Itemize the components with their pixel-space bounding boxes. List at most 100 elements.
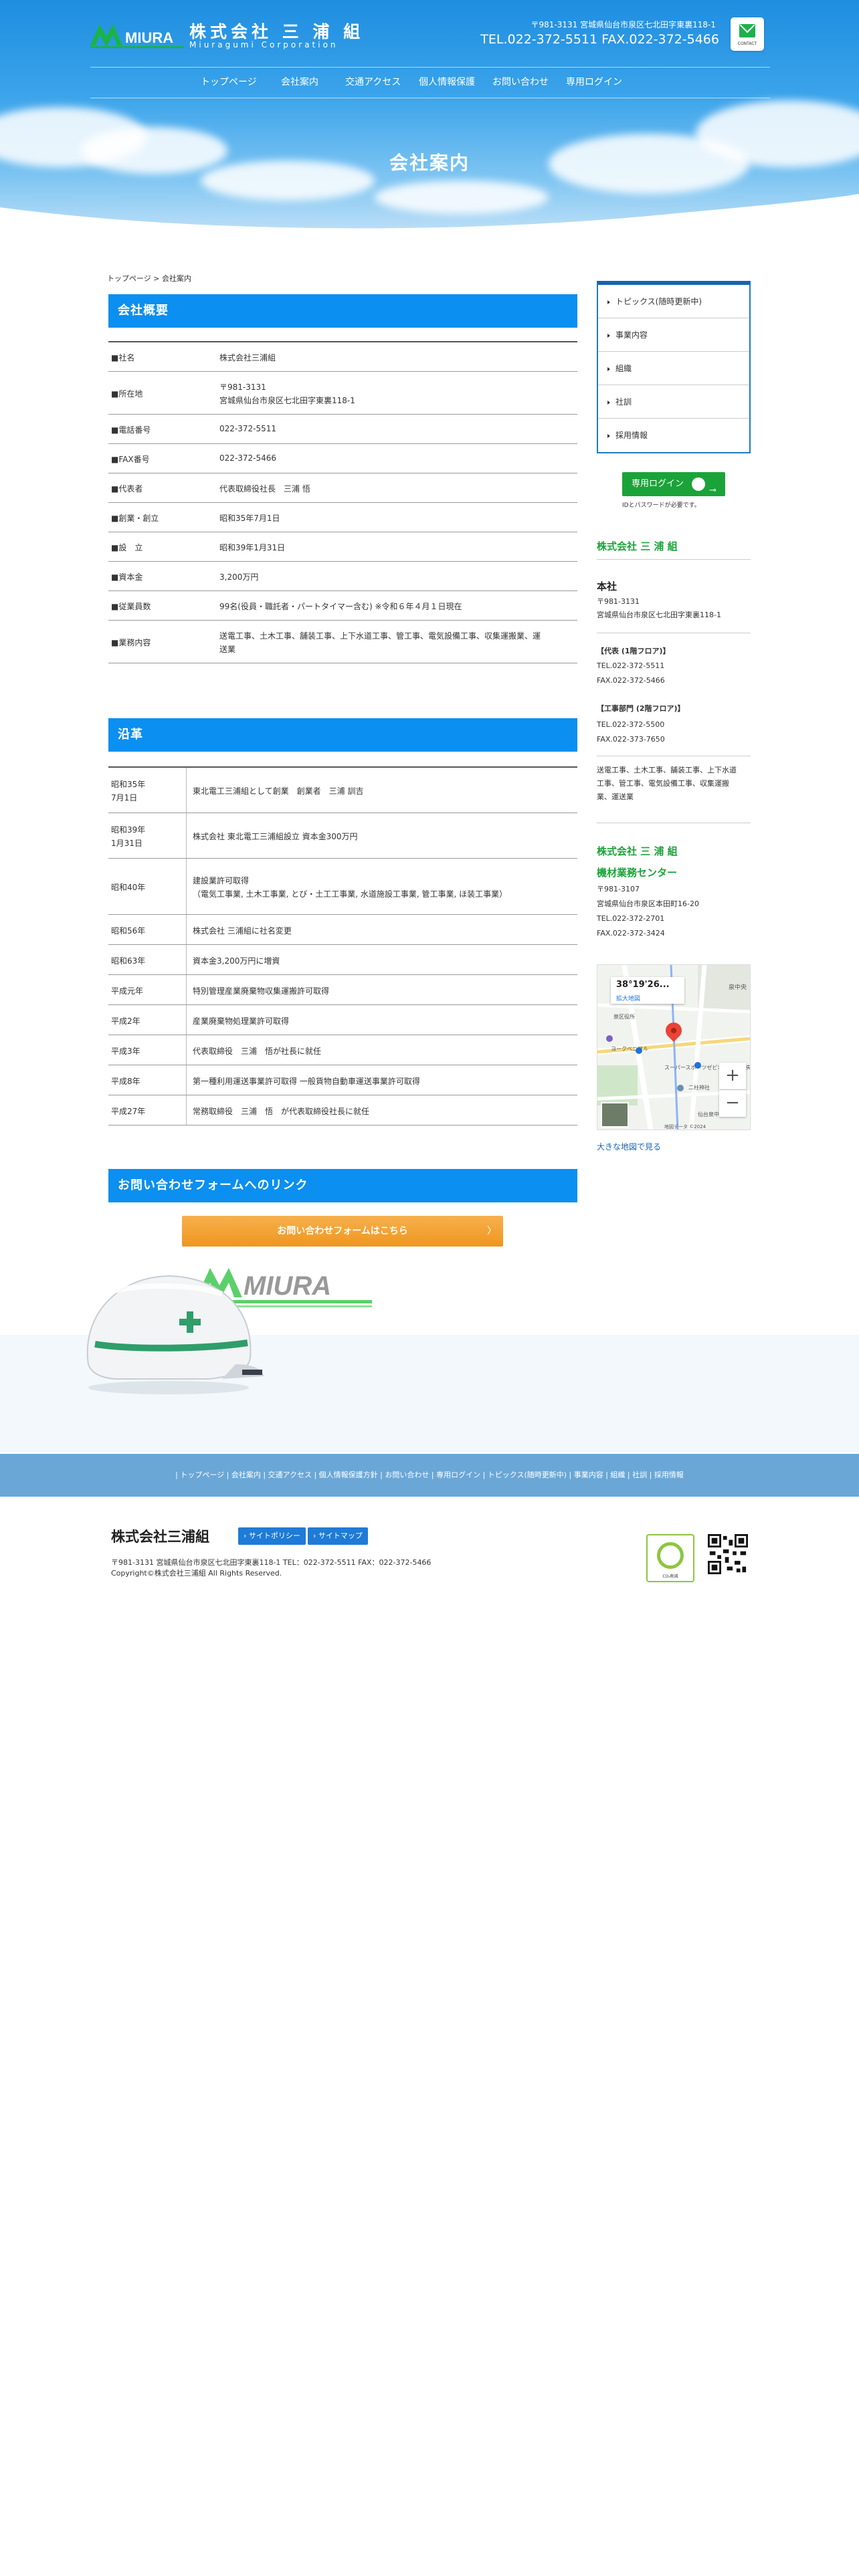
map-label: 泉区役所: [613, 1013, 635, 1020]
sidebar-rep-fax: FAX.022-372-5466: [597, 676, 665, 685]
table-row: 平成2年 産業廃棄物処理業許可取得: [108, 1005, 577, 1035]
hero-banner: MIURA 株式会社 三 浦 組 Miuragumi Corporation 〒…: [0, 0, 859, 234]
large-map-link[interactable]: 大きな地図で見る: [597, 1141, 661, 1152]
table-row: ■従業員数 99名(役員・職託者・パートタイマー含む) ※令和６年４月１日現在: [108, 591, 577, 621]
sidebar-rep-label: 【代表 (1階フロア)】: [597, 647, 670, 655]
sidebar-company: 株式会社 三 浦 組: [597, 540, 678, 552]
row-event: 代表取締役 三浦 悟が社長に就任: [193, 1047, 322, 1056]
footer-address: 〒981-3131 宮城県仙台市泉区七北田字東裏118-1 TEL：022-37…: [111, 1558, 432, 1567]
sidebar-services: 工事、管工事、電気設備工事、収集運搬: [597, 779, 729, 788]
row-label: ■代表者: [111, 484, 143, 494]
logo-text: MIURA: [125, 29, 173, 46]
contact-heading: お問い合わせフォームへのリンク: [108, 1169, 577, 1202]
row-label: ■FAX番号: [111, 455, 150, 464]
row-value: 昭和35年7月1日: [219, 514, 280, 523]
divider: [597, 559, 751, 560]
mail-label: CONTACT: [737, 41, 757, 46]
row-year: 平成8年: [111, 1077, 140, 1086]
row-year: 昭和39年: [111, 825, 146, 835]
history-heading: 沿革: [108, 718, 577, 752]
table-row: 昭和56年 株式会社 三浦組に社名変更: [108, 915, 577, 945]
side-menu-business[interactable]: 事業内容: [598, 318, 749, 352]
row-event: 資本金3,200万円に増資: [193, 956, 280, 966]
map-zoom-in-button[interactable]: +: [719, 1063, 746, 1089]
row-value: 昭和39年1月31日: [219, 543, 286, 552]
row-date: 1月31日: [111, 839, 142, 848]
page-title: 会社案内: [389, 152, 470, 174]
qr-code: [708, 1534, 748, 1574]
row-value: 〒981-3131: [219, 383, 266, 392]
footer-nav[interactable]: | トップページ | 会社案内 | 交通アクセス | 個人情報保護方針 | お問…: [0, 1454, 859, 1497]
map-enlarge-link[interactable]: 拡大地図: [616, 994, 679, 1002]
row-label: ■業務内容: [111, 638, 151, 647]
row-value: 022-372-5511: [219, 424, 277, 433]
co2-badge-label: CO₂削減: [662, 1574, 678, 1579]
header-address: 〒981-3131 宮城県仙台市泉区七北田字東裏118-1: [531, 20, 716, 29]
sidebar-work-tel: TEL.022-372-5500: [597, 720, 665, 729]
login-label: 専用ログイン: [632, 479, 684, 489]
history-table: 昭和35年 7月1日 東北電工三浦組として創業 創業者 三浦 訓吉 昭和39年 1月3…: [108, 766, 577, 1125]
row-value: 宮城県仙台市泉区七北田字東裏118-1: [219, 396, 355, 405]
hero-wave: [0, 194, 859, 234]
sidebar-center-zip: 〒981-3107: [597, 885, 640, 893]
co2-badge: CO₂削減: [646, 1534, 694, 1582]
side-menu: トピックス(随時更新中) 事業内容 組織 社訓 採用情報: [597, 281, 751, 453]
row-label: ■社名: [111, 353, 135, 362]
site-policy-button[interactable]: › サイトポリシー: [238, 1527, 306, 1545]
side-menu-topics[interactable]: トピックス(随時更新中): [598, 285, 749, 318]
table-row: 平成3年 代表取締役 三浦 悟が社長に就任: [108, 1035, 577, 1065]
row-year: 昭和63年: [111, 956, 146, 966]
table-row: 平成8年 第一種利用運送事業許可取得 一般貨物自動車運送事業許可取得: [108, 1065, 577, 1095]
breadcrumb[interactable]: トップページ > 会社案内: [107, 273, 191, 284]
sidebar-hq-address: 宮城県仙台市泉区七北田字東裏118-1: [597, 611, 721, 619]
nav-login[interactable]: 専用ログイン: [566, 68, 633, 98]
contact-form-label: お問い合わせフォームはこちら: [277, 1226, 408, 1237]
row-event: 建設業許可取得: [193, 876, 250, 885]
google-map[interactable]: 泉区役所 ヨークベニマル 二柱神社 スーパースポーツゼビオ 仙台泉中央店 仙台泉…: [597, 964, 751, 1130]
chevron-right-icon: 〉: [487, 1226, 496, 1237]
row-value: 送業: [219, 645, 236, 654]
sidebar-hq-title: 本社: [597, 580, 617, 593]
row-year: 平成元年: [111, 986, 144, 996]
map-coordinate-box[interactable]: 38°19'26... 拡大地図: [611, 977, 684, 1004]
company-logo[interactable]: MIURA: [90, 19, 184, 51]
login-note: IDとパスワードが必要です。: [622, 502, 700, 509]
table-row: 昭和35年 7月1日 東北電工三浦組として創業 創業者 三浦 訓吉: [108, 768, 577, 813]
side-menu-organization[interactable]: 組織: [598, 352, 749, 385]
table-row: 昭和40年 建設業許可取得 （電気工事業, 土木工事業, とび・土工工事業, 水道施…: [108, 859, 577, 915]
table-row: 昭和63年 資本金3,200万円に増資: [108, 945, 577, 975]
sidebar-services: 業、運送業: [597, 792, 634, 801]
side-menu-motto[interactable]: 社訓: [598, 385, 749, 419]
nav-top[interactable]: トップページ: [201, 68, 281, 98]
sidebar-hq-zip: 〒981-3131: [597, 597, 640, 606]
row-year: 平成27年: [111, 1107, 146, 1116]
nav-company[interactable]: 会社案内: [281, 68, 345, 98]
table-row: ■代表者 代表取締役社長 三浦 悟: [108, 473, 577, 503]
table-row: ■業務内容 送電工事、土木工事、舗装工事、上下水道工事、管工事、電気設備工事、収集…: [108, 621, 577, 663]
nav-contact[interactable]: お問い合わせ: [492, 68, 566, 98]
contact-mail-button[interactable]: CONTACT: [731, 17, 764, 51]
map-zoom-out-button[interactable]: −: [719, 1090, 746, 1117]
row-year: 平成3年: [111, 1047, 140, 1056]
sidebar-center-name: 機材業務センター: [597, 867, 678, 879]
row-date: 7月1日: [111, 793, 138, 802]
contact-form-button[interactable]: お問い合わせフォームはこちら 〉: [182, 1216, 503, 1247]
map-attribution: 地図データ ©2024: [664, 1123, 706, 1130]
row-event: （電気工事業, 土木工事業, とび・土工工事業, 水道施設工事業, 管工事業, …: [193, 889, 508, 899]
map-coordinate: 38°19'26...: [616, 980, 670, 990]
key-icon: ⊸: [709, 486, 717, 496]
row-event: 特別管理産業廃棄物収集運搬許可取得: [193, 986, 330, 996]
row-year: 昭和35年: [111, 780, 146, 789]
leaf-icon: [657, 1542, 684, 1569]
login-button[interactable]: 専用ログイン ⊸: [622, 472, 725, 496]
row-value: 代表取締役社長 三浦 悟: [219, 484, 310, 494]
global-nav: トップページ 会社案内 交通アクセス 個人情報保護 お問い合わせ 専用ログイン: [201, 68, 633, 98]
table-row: ■所在地 〒981-3131 宮城県仙台市泉区七北田字東裏118-1: [108, 372, 577, 415]
sitemap-button[interactable]: › サイトマップ: [308, 1527, 368, 1545]
nav-access[interactable]: 交通アクセス: [345, 68, 419, 98]
side-menu-recruit[interactable]: 採用情報: [598, 419, 749, 452]
overview-heading: 会社概要: [108, 294, 577, 328]
row-year: 昭和40年: [111, 883, 146, 892]
nav-privacy[interactable]: 個人情報保護: [419, 68, 492, 98]
table-row: 平成27年 常務取締役 三浦 悟 が代表取締役社長に就任: [108, 1095, 577, 1125]
